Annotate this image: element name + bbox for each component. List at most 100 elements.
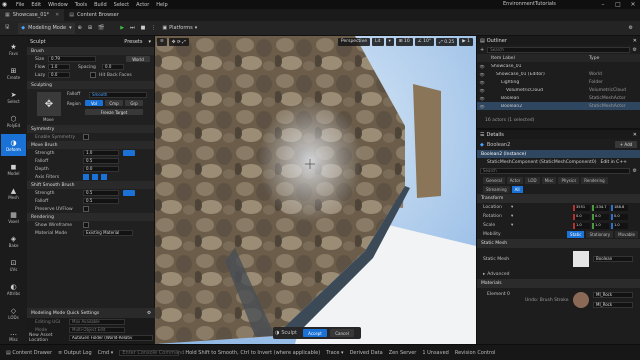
axis-x-checkbox[interactable]	[83, 174, 89, 180]
outliner-search-input[interactable]: Search	[487, 46, 630, 53]
location-dropdown-icon[interactable]: ▾	[511, 205, 573, 210]
unsaved-button[interactable]: 1 Unsaved	[422, 350, 448, 356]
add-actor-icon[interactable]: ⊕	[75, 23, 85, 34]
console-input[interactable]: Enter Console Command	[119, 349, 184, 356]
snap-rotation[interactable]: ∠ 10°	[414, 37, 435, 46]
mesh-thumbnail[interactable]	[573, 251, 589, 267]
stop-icon[interactable]: ■	[138, 23, 149, 34]
mode-create[interactable]: ⊞ Create	[1, 62, 26, 84]
location-z-field[interactable]: 188.8	[611, 204, 628, 211]
play-options-icon[interactable]: ⋮	[148, 23, 159, 34]
mode-attribs[interactable]: ◐ Attribs	[1, 278, 26, 300]
snap-grid[interactable]: ⊞ 10	[395, 37, 413, 46]
scale-dropdown-icon[interactable]: ▾	[511, 223, 573, 228]
visibility-eye-icon[interactable]: 👁	[477, 72, 487, 77]
unreal-logo-icon[interactable]: ◉	[0, 0, 9, 9]
editing-ugi-dropdown[interactable]: Max Available	[69, 319, 125, 325]
camera-speed[interactable]: ▶ 1	[459, 37, 473, 46]
minimize-icon[interactable]: –	[596, 0, 610, 9]
filter-tab-general[interactable]: General	[483, 177, 505, 184]
mode-mesh[interactable]: ▲ Mesh	[1, 182, 26, 204]
shift-smooth-section-header[interactable]: Shift Smooth Brush	[27, 181, 154, 189]
falloff2-field[interactable]: 0.5	[83, 158, 119, 164]
scale-x-field[interactable]: 1.0	[573, 222, 590, 229]
brush-section-header[interactable]: Brush	[27, 47, 154, 55]
region-grp-button[interactable]: Grp	[125, 100, 143, 106]
outliner-row[interactable]: 👁 Boolean2 StaticMeshActor	[477, 102, 640, 110]
settings-icon[interactable]: ⚙	[626, 23, 636, 34]
static-mesh-section-header[interactable]: Static Mesh	[477, 239, 640, 248]
visibility-eye-icon[interactable]: 👁	[477, 96, 487, 101]
object-name-field[interactable]: Boolean2	[487, 142, 510, 148]
menu-file[interactable]: File	[16, 2, 24, 8]
mode-misc[interactable]: … Misc	[1, 324, 26, 346]
smooth-strength-field[interactable]: 0.5	[83, 190, 119, 196]
depth-field[interactable]: 0.0	[83, 166, 119, 172]
mode-uvs[interactable]: ⊡ UVs	[1, 254, 26, 276]
instance-row[interactable]: Boolean2 (Instance)	[477, 150, 640, 158]
move-brush-section-header[interactable]: Move Brush	[27, 141, 154, 149]
mode-lods[interactable]: ◇ LODs	[1, 302, 26, 324]
mode-voxel[interactable]: ▦ Voxel	[1, 206, 26, 228]
close-icon[interactable]: ✕	[633, 132, 637, 138]
menu-build[interactable]: Build	[94, 2, 107, 8]
element0-picker[interactable]: MI_Rock	[593, 292, 633, 298]
transform-tools[interactable]: ✥ ⟳ ⤢	[168, 37, 189, 46]
step-icon[interactable]: ⏭	[127, 23, 138, 34]
cancel-button[interactable]: Cancel	[330, 329, 354, 337]
mode-polyed[interactable]: ⬡ PolyEd	[1, 110, 26, 132]
filter-tab-rendering[interactable]: Rendering	[581, 177, 608, 184]
scale-y-field[interactable]: 1.0	[592, 222, 609, 229]
mode-dropdown[interactable]: Multi-Object Edit	[69, 327, 125, 333]
accept-button[interactable]: Accept	[303, 329, 327, 337]
outliner-row[interactable]: 👁 Showcase_01	[477, 62, 640, 70]
outliner-row[interactable]: 👁 Boolean StaticMeshActor	[477, 94, 640, 102]
pressure-toggle-icon[interactable]	[123, 190, 135, 196]
move-brush-icon[interactable]: ✥	[37, 92, 61, 116]
material-mode-dropdown[interactable]: Existing Material	[83, 230, 133, 236]
axis-z-checkbox[interactable]	[101, 174, 107, 180]
visibility-eye-icon[interactable]: 👁	[477, 88, 487, 93]
element1-picker[interactable]: MI_Rock	[593, 302, 633, 308]
show-flags-icon[interactable]: ▾	[385, 37, 394, 46]
mobility-movable[interactable]: Movable	[615, 231, 638, 238]
quick-settings-header[interactable]: Modeling Mode Quick Settings ⚙	[27, 308, 155, 318]
freeze-target-button[interactable]: Freeze Target	[85, 109, 143, 115]
outliner-row[interactable]: 👁 Lighting Folder	[477, 78, 640, 86]
pressure-toggle-icon[interactable]	[123, 150, 135, 156]
enable-symmetry-checkbox[interactable]	[83, 134, 89, 140]
transform-section-header[interactable]: Transform	[477, 194, 640, 203]
tab-level[interactable]: ▦ Showcase_01* ✕	[0, 9, 65, 21]
region-vol-button[interactable]: Vol	[85, 100, 103, 106]
tab-content-browser[interactable]: ▤ Content Browser	[64, 9, 123, 21]
mode-select[interactable]: ➤ Select	[1, 86, 26, 108]
maximize-icon[interactable]: □	[611, 0, 625, 9]
viewport-options-icon[interactable]: ≡	[157, 37, 167, 46]
mode-dropdown[interactable]: ◆ Modeling Mode ▾	[18, 22, 75, 34]
derived-data-button[interactable]: Derived Data	[350, 350, 383, 356]
add-component-button[interactable]: + Add	[615, 141, 637, 148]
mobility-static[interactable]: Static	[567, 231, 585, 238]
view-mode-dropdown[interactable]: Lit	[371, 37, 384, 46]
content-drawer-button[interactable]: ▤ Content Drawer	[6, 350, 52, 356]
falloff-dropdown[interactable]: Smooth	[89, 92, 147, 98]
component-row[interactable]: StaticMeshComponent (StaticMeshComponent…	[477, 158, 640, 166]
preserve-uv-checkbox[interactable]	[83, 206, 89, 212]
visibility-eye-icon[interactable]: 👁	[477, 80, 487, 85]
cmd-dropdown[interactable]: Cmd ▾	[98, 350, 114, 356]
location-x-field[interactable]: 3551	[573, 204, 590, 211]
menu-actor[interactable]: Actor	[136, 2, 149, 8]
lazy-field[interactable]: 0.0	[48, 72, 70, 78]
level-viewport[interactable]: ≡ ✥ ⟳ ⤢ Perspective Lit ▾ ⊞ 10 ∠ 10° ⤢ 0…	[155, 36, 476, 344]
mobility-stationary[interactable]: Stationary	[586, 231, 614, 238]
mode-deform[interactable]: ◑ Deform	[1, 134, 26, 156]
snap-scale[interactable]: ⤢ 0.25	[436, 37, 458, 46]
settings-icon[interactable]: ⚙	[147, 311, 151, 316]
filter-tab-misc[interactable]: Misc	[541, 177, 557, 184]
sculpting-section-header[interactable]: Sculpting	[27, 81, 154, 89]
output-log-button[interactable]: ≡ Output Log	[58, 350, 92, 356]
mode-favs[interactable]: ★ Favs	[1, 38, 26, 60]
close-icon[interactable]: ✕	[626, 0, 640, 9]
axis-y-checkbox[interactable]	[92, 174, 98, 180]
save-icon[interactable]: 🖫	[2, 23, 12, 34]
